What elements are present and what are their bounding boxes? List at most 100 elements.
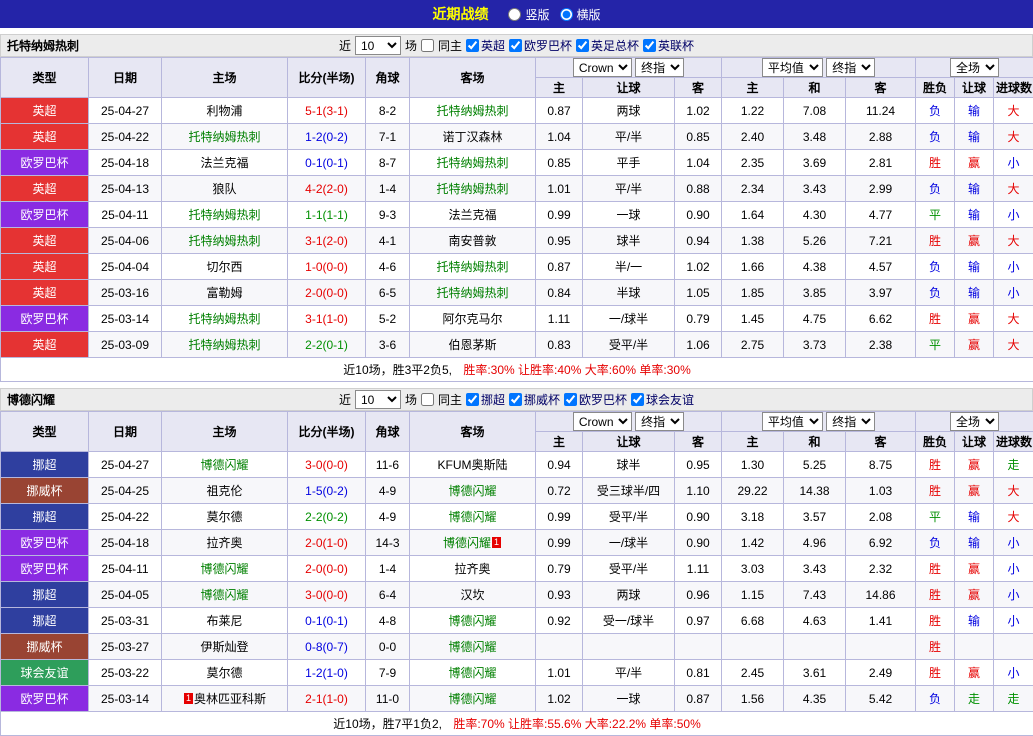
- away-team[interactable]: 汉坎: [410, 582, 536, 608]
- match-score[interactable]: 0-8(0-7): [288, 634, 366, 660]
- away-team[interactable]: 托特纳姆热刺: [410, 150, 536, 176]
- bookmaker-select[interactable]: Crown: [573, 58, 632, 77]
- league-filter-norwaycup[interactable]: 挪威杯: [509, 391, 560, 408]
- match-row: 欧罗巴杯25-03-141奥林匹亚科斯2-1(1-0)11-0博德闪耀1.02一…: [1, 686, 1033, 712]
- away-team[interactable]: 博德闪耀: [410, 504, 536, 530]
- league-checkbox[interactable]: [576, 39, 589, 52]
- euro-source-select[interactable]: 平均值: [762, 412, 823, 431]
- away-team[interactable]: 博德闪耀: [410, 634, 536, 660]
- league-filter-friendly[interactable]: 球会友谊: [631, 391, 694, 408]
- layout-vertical-option[interactable]: 竖版: [508, 6, 549, 23]
- match-score[interactable]: 1-2(1-0): [288, 660, 366, 686]
- home-team[interactable]: 拉齐奥: [162, 530, 288, 556]
- away-team[interactable]: 法兰克福: [410, 202, 536, 228]
- home-team[interactable]: 托特纳姆热刺: [162, 124, 288, 150]
- league-checkbox[interactable]: [643, 39, 656, 52]
- match-score[interactable]: 3-1(1-0): [288, 306, 366, 332]
- home-team[interactable]: 托特纳姆热刺: [162, 306, 288, 332]
- asia-stage-select[interactable]: 终指: [635, 58, 684, 77]
- league-checkbox[interactable]: [509, 39, 522, 52]
- home-team[interactable]: 博德闪耀: [162, 582, 288, 608]
- away-team[interactable]: 阿尔克马尔: [410, 306, 536, 332]
- match-score[interactable]: 1-1(1-1): [288, 202, 366, 228]
- away-team[interactable]: 博德闪耀: [410, 660, 536, 686]
- away-team[interactable]: 伯恩茅斯: [410, 332, 536, 358]
- same-home-checkbox[interactable]: [421, 39, 434, 52]
- away-team[interactable]: KFUM奥斯陆: [410, 452, 536, 478]
- league-filter-epl[interactable]: 英超: [466, 37, 505, 54]
- away-team[interactable]: 诺丁汉森林: [410, 124, 536, 150]
- match-score[interactable]: 0-1(0-1): [288, 150, 366, 176]
- away-team[interactable]: 托特纳姆热刺: [410, 98, 536, 124]
- match-score[interactable]: 0-1(0-1): [288, 608, 366, 634]
- match-score[interactable]: 2-1(1-0): [288, 686, 366, 712]
- league-filter-facup[interactable]: 英足总杯: [576, 37, 639, 54]
- match-score[interactable]: 2-0(0-0): [288, 556, 366, 582]
- away-team[interactable]: 托特纳姆热刺: [410, 176, 536, 202]
- euro-stage-select[interactable]: 终指: [826, 412, 875, 431]
- match-score[interactable]: 2-2(0-2): [288, 504, 366, 530]
- match-score[interactable]: 1-0(0-0): [288, 254, 366, 280]
- match-score[interactable]: 1-2(0-2): [288, 124, 366, 150]
- match-score[interactable]: 1-5(0-2): [288, 478, 366, 504]
- home-team[interactable]: 法兰克福: [162, 150, 288, 176]
- match-score[interactable]: 4-2(2-0): [288, 176, 366, 202]
- away-team[interactable]: 托特纳姆热刺: [410, 280, 536, 306]
- horizontal-radio[interactable]: [560, 8, 573, 21]
- col-score: 比分(半场): [288, 58, 366, 98]
- same-home-checkbox[interactable]: [421, 393, 434, 406]
- layout-horizontal-option[interactable]: 横版: [560, 6, 601, 23]
- match-score[interactable]: 3-1(2-0): [288, 228, 366, 254]
- away-team[interactable]: 博德闪耀: [410, 478, 536, 504]
- match-score[interactable]: 2-0(1-0): [288, 530, 366, 556]
- home-team[interactable]: 托特纳姆热刺: [162, 202, 288, 228]
- home-team[interactable]: 利物浦: [162, 98, 288, 124]
- col-type: 类型: [1, 58, 89, 98]
- euro-source-select[interactable]: 平均值: [762, 58, 823, 77]
- match-score[interactable]: 3-0(0-0): [288, 452, 366, 478]
- match-count-select[interactable]: 10: [355, 36, 401, 55]
- league-checkbox[interactable]: [631, 393, 644, 406]
- period-select[interactable]: 全场: [950, 412, 999, 431]
- match-score[interactable]: 5-1(3-1): [288, 98, 366, 124]
- league-filter-europa[interactable]: 欧罗巴杯: [509, 37, 572, 54]
- league-checkbox[interactable]: [509, 393, 522, 406]
- period-select[interactable]: 全场: [950, 58, 999, 77]
- league-filter-eflcup[interactable]: 英联杯: [643, 37, 694, 54]
- home-team[interactable]: 布莱尼: [162, 608, 288, 634]
- match-count-select[interactable]: 10: [355, 390, 401, 409]
- away-team[interactable]: 博德闪耀1: [410, 530, 536, 556]
- home-team[interactable]: 博德闪耀: [162, 452, 288, 478]
- away-team[interactable]: 托特纳姆热刺: [410, 254, 536, 280]
- euro-away-odds: 5.42: [846, 686, 916, 712]
- euro-stage-select[interactable]: 终指: [826, 58, 875, 77]
- home-team[interactable]: 狼队: [162, 176, 288, 202]
- away-team[interactable]: 博德闪耀: [410, 686, 536, 712]
- bookmaker-select[interactable]: Crown: [573, 412, 632, 431]
- vertical-radio[interactable]: [508, 8, 521, 21]
- league-checkbox[interactable]: [466, 393, 479, 406]
- asia-stage-select[interactable]: 终指: [635, 412, 684, 431]
- home-team[interactable]: 伊斯灿登: [162, 634, 288, 660]
- match-score[interactable]: 2-0(0-0): [288, 280, 366, 306]
- league-checkbox[interactable]: [466, 39, 479, 52]
- home-team[interactable]: 托特纳姆热刺: [162, 332, 288, 358]
- home-team[interactable]: 博德闪耀: [162, 556, 288, 582]
- away-team[interactable]: 拉齐奥: [410, 556, 536, 582]
- euro-draw-odds: 3.43: [784, 556, 846, 582]
- league-filter-eliteserien[interactable]: 挪超: [466, 391, 505, 408]
- home-team[interactable]: 莫尔德: [162, 660, 288, 686]
- home-team[interactable]: 切尔西: [162, 254, 288, 280]
- home-team[interactable]: 1奥林匹亚科斯: [162, 686, 288, 712]
- home-team[interactable]: 富勒姆: [162, 280, 288, 306]
- home-team[interactable]: 莫尔德: [162, 504, 288, 530]
- league-filter-europa[interactable]: 欧罗巴杯: [564, 391, 627, 408]
- match-score[interactable]: 3-0(0-0): [288, 582, 366, 608]
- league-checkbox[interactable]: [564, 393, 577, 406]
- home-team[interactable]: 祖克伦: [162, 478, 288, 504]
- home-team[interactable]: 托特纳姆热刺: [162, 228, 288, 254]
- match-date: 25-03-27: [89, 634, 162, 660]
- match-score[interactable]: 2-2(0-1): [288, 332, 366, 358]
- away-team[interactable]: 博德闪耀: [410, 608, 536, 634]
- away-team[interactable]: 南安普敦: [410, 228, 536, 254]
